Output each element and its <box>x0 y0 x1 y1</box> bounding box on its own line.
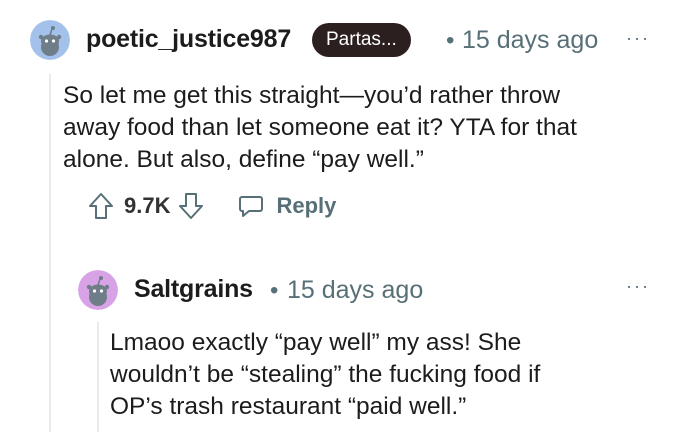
reply-body-line: OP’s trash restaurant “paid well.” <box>110 393 467 420</box>
reply-timestamp[interactable]: 15 days ago <box>287 276 423 305</box>
comment-body-line: alone. But also, define “pay well.” <box>63 146 424 173</box>
comment-body-line: So let me get this straight—you’d rather… <box>63 82 561 109</box>
reply-button[interactable]: Reply <box>238 193 336 219</box>
vote-count: 9.7K <box>124 193 171 218</box>
meta-separator: • <box>270 277 279 304</box>
more-options-icon[interactable]: ··· <box>626 276 650 297</box>
snoo-avatar-icon <box>30 20 70 60</box>
comment-timestamp[interactable]: 15 days ago <box>462 26 598 55</box>
snoo-avatar-icon <box>78 270 118 310</box>
speech-bubble-icon <box>238 194 264 218</box>
reply-body-line: wouldn’t be “stealing” the fucking food … <box>110 361 541 388</box>
reply-body-line: Lmaoo exactly “pay well” my ass! She <box>110 329 522 356</box>
meta-separator: • <box>446 27 455 54</box>
reply-label: Reply <box>276 193 337 218</box>
downvote-icon[interactable] <box>178 192 204 220</box>
comment-body-line: away food than let someone eat it? YTA f… <box>63 114 577 141</box>
reply-author[interactable]: Saltgrains <box>134 275 253 304</box>
comment-actions: 9.7K Reply <box>88 192 336 220</box>
more-options-icon[interactable]: ··· <box>626 28 650 49</box>
comment-body: So let me get this straight—you’d rather… <box>63 80 693 176</box>
thread-line[interactable] <box>97 322 99 432</box>
user-avatar[interactable] <box>78 270 118 310</box>
thread-line[interactable] <box>49 74 51 432</box>
comment-author[interactable]: poetic_justice987 <box>86 25 291 54</box>
user-avatar[interactable] <box>30 20 70 60</box>
user-flair: Partas... <box>312 23 411 57</box>
upvote-icon[interactable] <box>88 192 114 220</box>
reply-body: Lmaoo exactly “pay well” my ass! She wou… <box>110 327 695 423</box>
